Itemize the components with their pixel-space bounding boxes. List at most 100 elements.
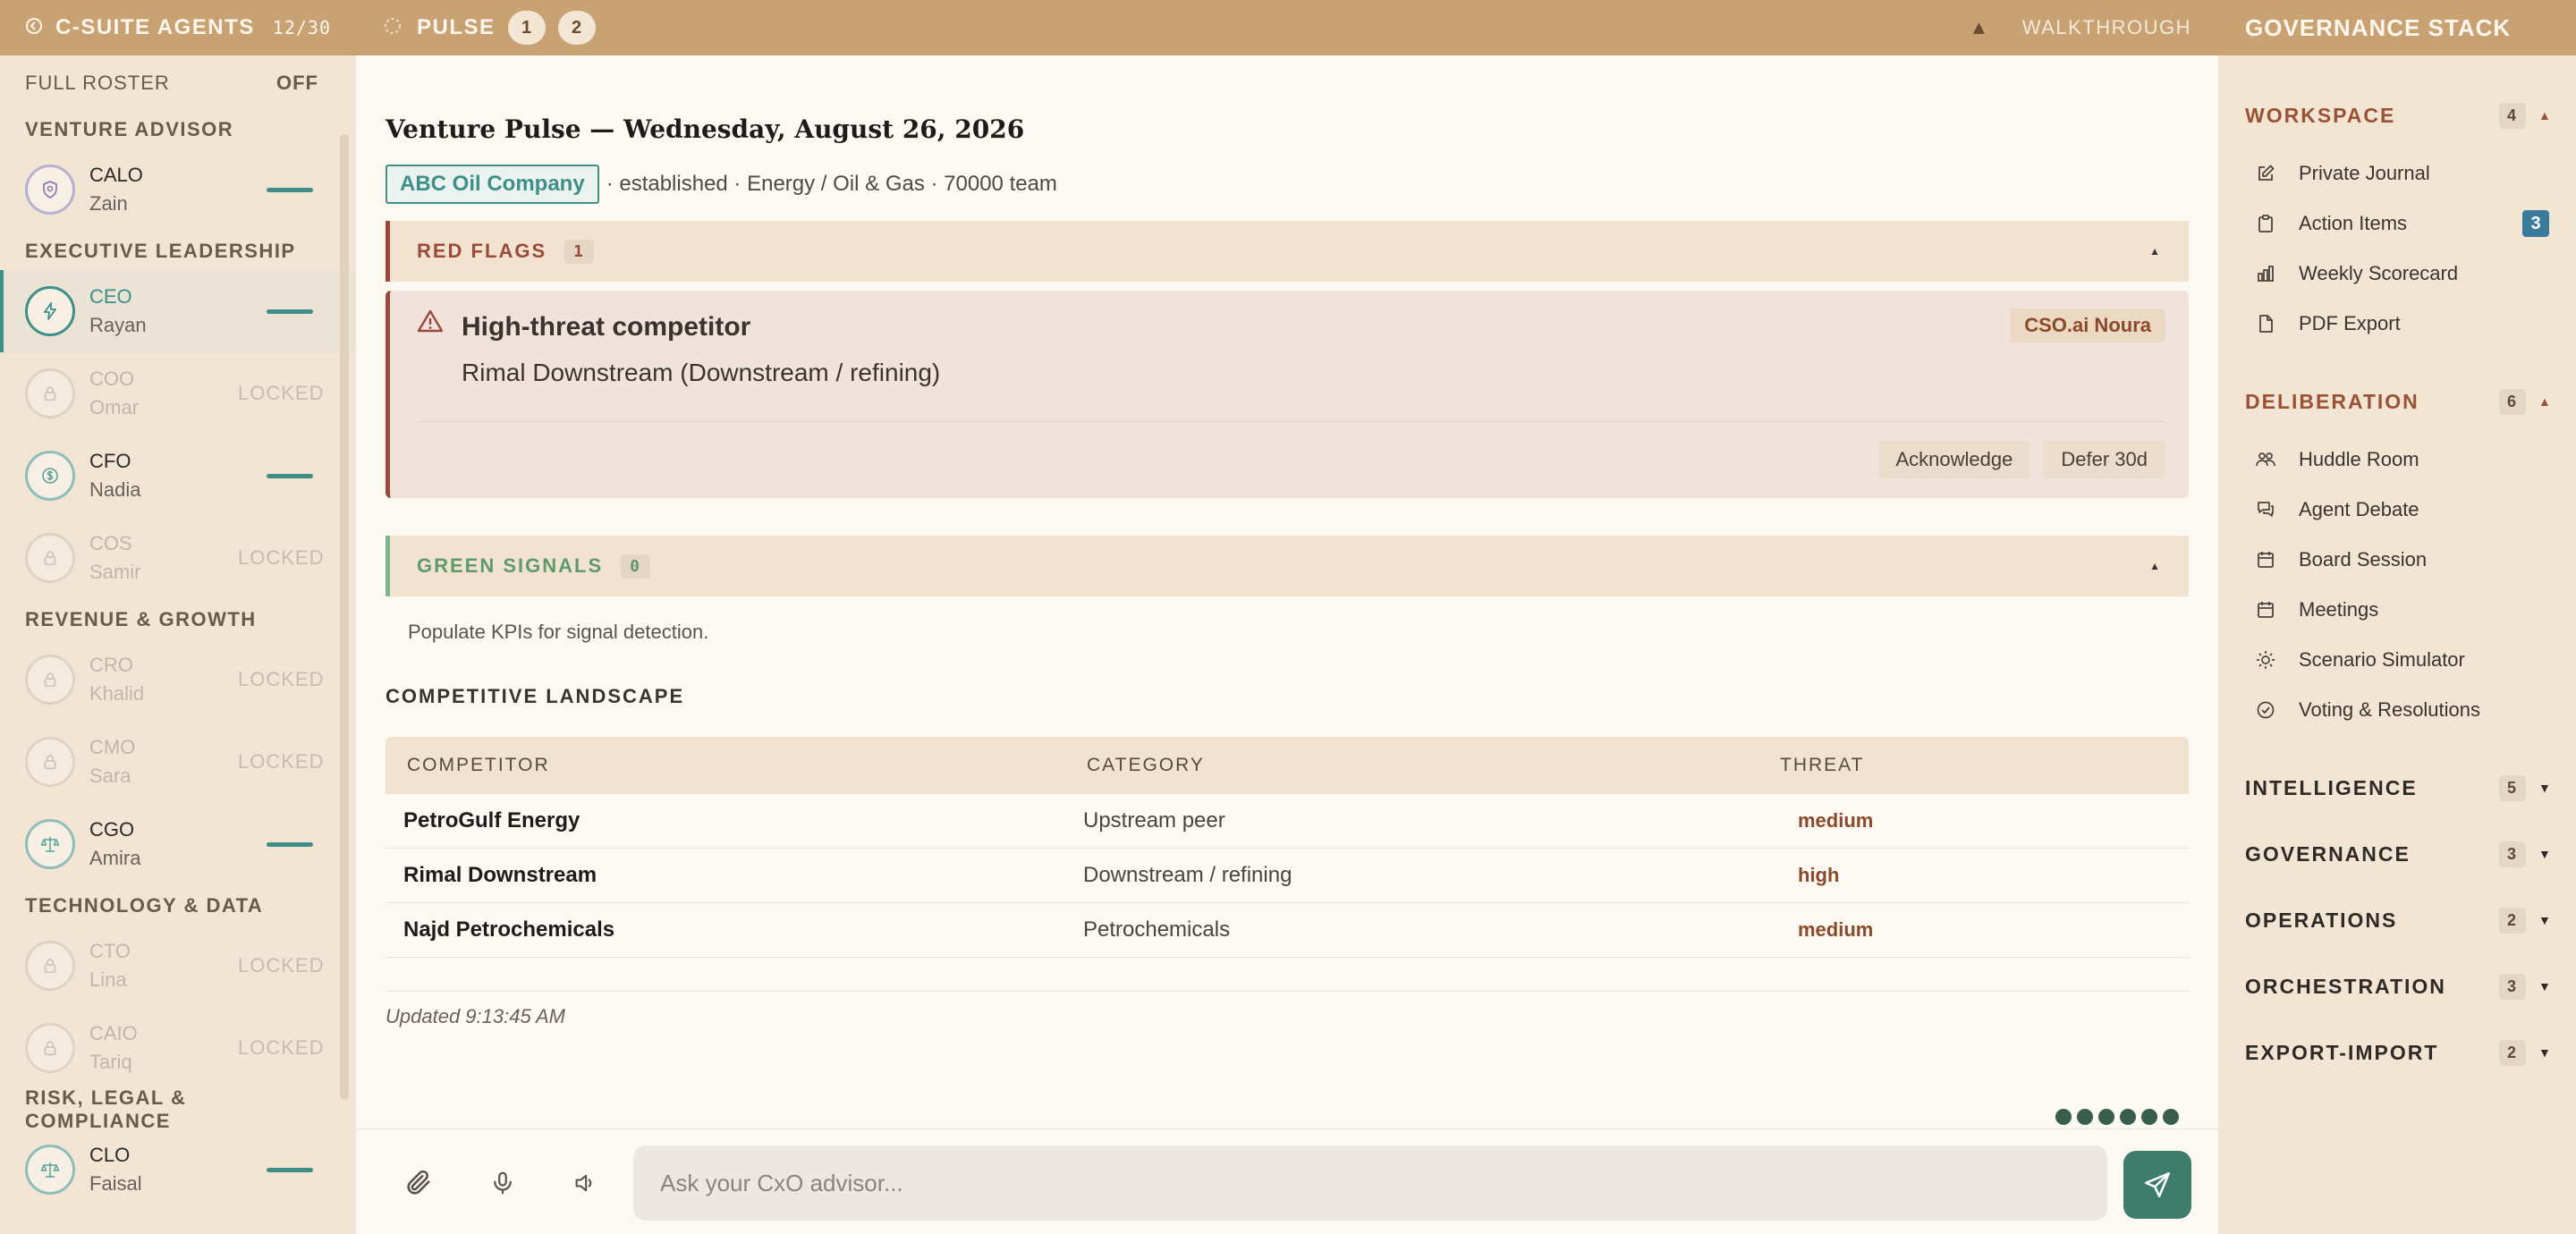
section-orchestration[interactable]: ORCHESTRATION 3 ▼ [2218,953,2576,1019]
nav-item-meetings[interactable]: Meetings [2218,585,2576,635]
nav-item-weekly-scorecard[interactable]: Weekly Scorecard [2218,249,2576,299]
agent-role: CLO [89,1144,131,1166]
locked-label: LOCKED [238,382,325,404]
speaker-icon[interactable] [567,1165,603,1201]
nav-item-pdf-export[interactable]: PDF Export [2218,299,2576,349]
agent-coo[interactable]: COO Omar LOCKED [0,352,356,435]
flag-title: High-threat competitor [462,312,751,342]
agent-cmo[interactable]: CMO Sara LOCKED [0,721,356,803]
agent-ceo[interactable]: CEO Rayan [0,270,356,352]
section-count: 3 [2498,841,2526,867]
company-badge[interactable]: ABC Oil Company [386,165,599,204]
nav-item-voting-resolutions[interactable]: Voting & Resolutions [2218,685,2576,735]
send-icon [2144,1171,2171,1198]
section-count: 4 [2498,102,2526,129]
section-governance[interactable]: GOVERNANCE 3 ▼ [2218,821,2576,887]
governance-sidebar: GOVERNANCE STACK WORKSPACE 4 ▲ Private J… [2218,0,2576,1234]
red-flags-header[interactable]: RED FLAGS 1 ▲ [386,221,2189,282]
section-export-import[interactable]: EXPORT-IMPORT 2 ▼ [2218,1019,2576,1086]
agent-clo[interactable]: CLO Faisal [0,1128,356,1211]
nav-item-label: Huddle Room [2299,448,2419,470]
company-meta: ABC Oil Company · established · Energy /… [386,165,1057,204]
top-bar: PULSE 1 2 ▲ WALKTHROUGH [356,0,2218,55]
nav-item-label: Voting & Resolutions [2299,698,2481,721]
nav-item-private-journal[interactable]: Private Journal [2218,148,2576,199]
section-deliberation[interactable]: DELIBERATION 6 ▲ [2218,368,2576,435]
agent-name: Khalid [89,682,145,705]
flag-divider [417,421,2165,422]
section-count: 5 [2498,774,2526,801]
agent-name: Rayan [89,314,147,336]
company-details: · established · Energy / Oil & Gas · 700… [606,172,1057,196]
scales-icon [25,1145,75,1195]
bar-chart-icon [2252,260,2279,287]
dollar-icon [25,451,75,501]
green-signals-label: GREEN SIGNALS [417,554,604,577]
flag-detail: Rimal Downstream (Downstream / refining) [462,359,941,386]
chat-icon [2252,496,2279,523]
flag-source-badge: CSO.ai Noura [2010,308,2165,342]
advisor-input[interactable] [633,1145,2107,1221]
lock-icon [25,941,75,991]
full-roster-toggle[interactable]: FULL ROSTER OFF [0,55,356,111]
lock-icon [25,368,75,418]
defer-30d-button[interactable]: Defer 30d [2043,441,2165,478]
lock-icon [25,1023,75,1073]
caret-down-icon: ▼ [2538,913,2553,927]
scales-icon [25,819,75,869]
agent-name: Faisal [89,1172,142,1195]
back-circle-icon[interactable] [25,17,43,39]
section-operations[interactable]: OPERATIONS 2 ▼ [2218,887,2576,953]
paperclip-icon[interactable] [401,1165,436,1201]
full-roster-label: FULL ROSTER [25,72,170,94]
nav-item-action-items[interactable]: Action Items 3 [2218,199,2576,249]
agent-calo[interactable]: CALO Zain [0,148,356,231]
table-row[interactable]: PetroGulf Energy Upstream peer medium [386,794,2189,849]
agent-text: CGO Amira [89,816,140,873]
composer [356,1128,2218,1234]
column-header-threat: THREAT [1780,755,1865,775]
agent-text: CAIO Tariq [89,1019,138,1077]
pulse-pill-2[interactable]: 2 [557,11,596,45]
agent-text: CFO Nadia [89,447,140,504]
threat-cell: medium [1798,918,1874,941]
section-count: 6 [2498,388,2526,415]
agents-header: C-SUITE AGENTS 12/30 [0,0,356,55]
send-button[interactable] [2123,1151,2191,1219]
pulse-pill-1[interactable]: 1 [507,11,546,45]
nav-item-huddle-room[interactable]: Huddle Room [2218,435,2576,485]
agent-cgo[interactable]: CGO Amira [0,803,356,885]
typing-dot [2098,1109,2114,1125]
nav-item-board-session[interactable]: Board Session [2218,535,2576,585]
agent-group-header: RISK, LEGAL & COMPLIANCE [25,1086,187,1132]
microphone-icon[interactable] [485,1165,521,1201]
red-flags-label: RED FLAGS [417,240,547,262]
section-intelligence[interactable]: INTELLIGENCE 5 ▼ [2218,755,2576,821]
agent-cos[interactable]: COS Samir LOCKED [0,517,356,599]
agent-cto[interactable]: CTO Lina LOCKED [0,925,356,1007]
typing-indicator [2055,1109,2179,1125]
check-circle-icon [2252,697,2279,723]
green-signals-header[interactable]: GREEN SIGNALS 0 ▲ [386,536,2189,596]
nav-item-label: Board Session [2299,548,2428,571]
agent-name: Omar [89,396,139,418]
sidebar-scrollbar[interactable] [340,134,349,1100]
triangle-up-icon: ▲ [1969,16,1990,38]
agent-text: COS Samir [89,529,140,587]
nav-item-label: Action Items [2299,212,2408,234]
nav-item-label: Meetings [2299,598,2379,621]
agent-caio[interactable]: CAIO Tariq LOCKED [0,1007,356,1089]
status-indicator [267,842,313,847]
section-workspace[interactable]: WORKSPACE 4 ▲ [2218,82,2576,148]
nav-item-label: Agent Debate [2299,498,2419,520]
agent-cfo[interactable]: CFO Nadia [0,435,356,517]
agent-cro[interactable]: CRO Khalid LOCKED [0,638,356,721]
agent-role: COO [89,368,135,390]
acknowledge-button[interactable]: Acknowledge [1877,441,2031,478]
nav-item-agent-debate[interactable]: Agent Debate [2218,485,2576,535]
table-row[interactable]: Najd Petrochemicals Petrochemicals mediu… [386,903,2189,958]
table-row[interactable]: Rimal Downstream Downstream / refining h… [386,849,2189,903]
nav-item-scenario-simulator[interactable]: Scenario Simulator [2218,635,2576,685]
walkthrough-button[interactable]: ▲ WALKTHROUGH [1969,16,2191,39]
